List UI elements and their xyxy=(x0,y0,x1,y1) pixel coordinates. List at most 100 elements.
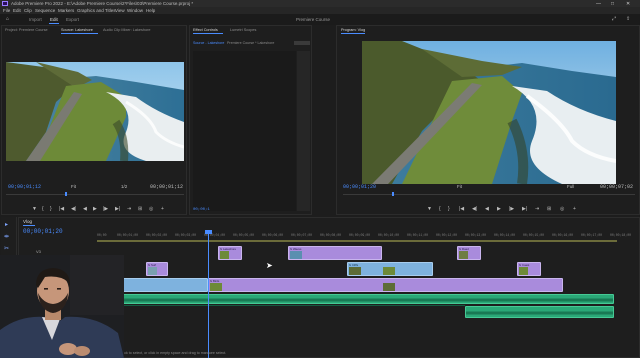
source-video-frame xyxy=(6,62,184,161)
tab-timeline[interactable]: Vlog xyxy=(23,219,32,224)
tab-audio-mixer[interactable]: Audio Clip Mixer: Lakeshore xyxy=(103,28,150,32)
share-icon[interactable]: ⇪ xyxy=(626,16,630,22)
add-marker-icon[interactable]: ▼ xyxy=(427,206,432,212)
effects-source-label[interactable]: Source - Lakeshore xyxy=(193,41,224,45)
minimize-icon[interactable]: — xyxy=(596,1,601,7)
close-icon[interactable]: ✕ xyxy=(626,1,630,7)
ruler-label: 00;00;10;00 xyxy=(378,233,400,237)
step-back-icon[interactable]: ◀| xyxy=(472,206,477,212)
ruler-label: 00;00;02;00 xyxy=(146,233,168,237)
go-to-in-icon[interactable]: |◀ xyxy=(459,206,464,212)
menu-edit[interactable]: Edit xyxy=(13,8,21,13)
timeline-timecode[interactable]: 00;00;01;20 xyxy=(23,228,63,235)
source-scrubber[interactable] xyxy=(6,194,184,195)
timeline-clip[interactable]: fx Waves xyxy=(288,246,382,260)
step-forward-icon[interactable]: |▶ xyxy=(103,206,108,212)
play-icon[interactable]: ▶ xyxy=(93,206,97,212)
mark-out-icon[interactable]: } xyxy=(50,206,52,212)
program-scrubber[interactable] xyxy=(343,194,635,195)
menu-file[interactable]: File xyxy=(3,8,10,13)
tab-import[interactable]: Import xyxy=(29,17,42,22)
timeline-clip[interactable]: fx Surf xyxy=(146,262,168,276)
tab-effect-controls[interactable]: Effect Controls xyxy=(193,28,218,32)
tab-source[interactable]: Source: Lakeshore xyxy=(61,28,93,32)
razor-tool-icon[interactable]: ✂ xyxy=(4,245,9,252)
step-back-icon[interactable]: ◀| xyxy=(71,206,76,212)
go-to-in-icon[interactable]: |◀ xyxy=(59,206,64,212)
button-editor-icon[interactable]: + xyxy=(161,206,164,212)
menu-help[interactable]: Help xyxy=(146,8,155,13)
extract-icon[interactable]: ⊞ xyxy=(547,206,551,212)
menu-bar: File Edit Clip Sequence Markers Graphics… xyxy=(0,7,640,14)
work-area-bar[interactable] xyxy=(97,240,617,242)
tab-program[interactable]: Program: Vlog xyxy=(341,28,365,32)
timeline-clip[interactable]: fx Lakeshore xyxy=(218,246,242,260)
timeline-clip[interactable]: fx Road xyxy=(457,246,481,260)
tab-lumetri-scopes[interactable]: Lumetri Scopes xyxy=(230,28,256,32)
program-transport-controls: ▼ { } |◀ ◀| ◀ ▶ |▶ ▶| ⇥ ⊞ ◎ + xyxy=(427,206,587,212)
mark-out-icon[interactable]: } xyxy=(448,206,450,212)
timeline-clip[interactable]: fx Coast xyxy=(517,262,541,276)
premiere-logo-icon xyxy=(2,1,8,6)
track-select-tool-icon[interactable]: ⇹ xyxy=(4,233,9,240)
mark-in-icon[interactable]: { xyxy=(42,206,44,212)
selection-tool-icon[interactable]: ▸ xyxy=(5,221,8,228)
maximize-icon[interactable]: □ xyxy=(611,1,614,7)
effects-clip-label[interactable]: Premiere Course * Lakeshore xyxy=(227,41,274,45)
effects-timeline-area xyxy=(297,51,310,211)
ruler-label: 00;00;11;00 xyxy=(407,233,429,237)
source-resolution-select[interactable]: 1/2 xyxy=(121,184,127,189)
mark-in-icon[interactable]: { xyxy=(439,206,441,212)
home-icon[interactable]: ⌂ xyxy=(6,16,9,22)
source-playhead[interactable] xyxy=(65,192,67,196)
expand-icon[interactable]: ⤢ xyxy=(612,16,616,22)
timeline-playhead[interactable] xyxy=(208,232,209,358)
export-frame-icon[interactable]: ◎ xyxy=(560,206,564,212)
program-zoom-select[interactable]: Fit xyxy=(457,184,462,189)
ruler-label: 00;00;06;00 xyxy=(262,233,284,237)
lift-icon[interactable]: ⇥ xyxy=(535,206,539,212)
program-resolution-select[interactable]: Full xyxy=(567,184,574,189)
timeline-clip[interactable]: fx Birds xyxy=(208,278,563,292)
play-icon[interactable]: ▶ xyxy=(497,206,501,212)
menu-markers[interactable]: Markers xyxy=(58,8,74,13)
insert-icon[interactable]: ⇥ xyxy=(127,206,131,212)
source-monitor-panel: Project: Premiere Course Source: Lakesho… xyxy=(1,25,187,215)
overwrite-icon[interactable]: ⊞ xyxy=(138,206,142,212)
tab-export[interactable]: Export xyxy=(66,17,79,22)
ruler-label: 00;00;07;00 xyxy=(291,233,313,237)
source-zoom-select[interactable]: Fit xyxy=(71,184,76,189)
step-forward-icon[interactable]: |▶ xyxy=(509,206,514,212)
button-editor-icon[interactable]: + xyxy=(573,206,576,212)
menu-window[interactable]: Window xyxy=(127,8,143,13)
timeline-clip[interactable]: fx Cliffs xyxy=(347,262,433,276)
effects-property-area xyxy=(193,51,296,211)
menu-graphics[interactable]: Graphics and Titles xyxy=(77,8,116,13)
go-to-out-icon[interactable]: ▶| xyxy=(115,206,120,212)
program-playhead[interactable] xyxy=(392,192,394,196)
go-to-out-icon[interactable]: ▶| xyxy=(522,206,527,212)
program-video-frame xyxy=(362,41,616,184)
menu-view[interactable]: View xyxy=(115,8,125,13)
tab-edit[interactable]: Edit xyxy=(50,17,58,22)
ruler-label: 00;00;05;00 xyxy=(233,233,255,237)
tab-project[interactable]: Project: Premiere Course xyxy=(5,28,48,32)
menu-sequence[interactable]: Sequence xyxy=(35,8,55,13)
program-timecode-duration: 00;00;07;02 xyxy=(600,184,634,190)
effects-timecode[interactable]: 00;00;1 xyxy=(193,208,210,212)
timeline-tab-underline xyxy=(23,225,35,226)
title-bar: Adobe Premiere Pro 2022 - E:\Adobe Premi… xyxy=(0,0,640,7)
audio-clip-a2[interactable] xyxy=(465,306,614,318)
effects-mini-timeline xyxy=(294,41,310,45)
ruler-label: 00;00 xyxy=(97,233,107,237)
add-marker-icon[interactable]: ▼ xyxy=(32,206,37,212)
audio-clip-a1[interactable] xyxy=(97,294,614,304)
export-frame-icon[interactable]: ◎ xyxy=(149,206,153,212)
source-timecode-current[interactable]: 00;00;01;12 xyxy=(8,184,41,190)
menu-clip[interactable]: Clip xyxy=(24,8,32,13)
play-reverse-icon[interactable]: ◀ xyxy=(83,206,87,212)
playhead-handle[interactable] xyxy=(205,230,212,234)
ruler-label: 00;00;12;00 xyxy=(436,233,458,237)
program-timecode-current[interactable]: 00;00;01;20 xyxy=(343,184,376,190)
play-reverse-icon[interactable]: ◀ xyxy=(485,206,489,212)
